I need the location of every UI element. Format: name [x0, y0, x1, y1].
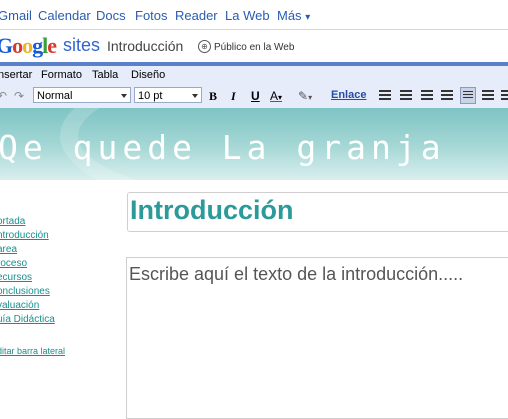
link-button[interactable]: Enlace	[331, 89, 366, 101]
page-title-field[interactable]: Introducción	[127, 192, 508, 232]
sites-header: Google sites Introducción ⊕ Público en l…	[0, 29, 508, 64]
sidebar-item-evaluacion[interactable]: valuación	[0, 300, 39, 311]
sidebar-item-introduccion[interactable]: ntroducción	[0, 230, 49, 241]
gbar-docs-link[interactable]: Docs	[96, 8, 126, 23]
align-left-icon[interactable]	[460, 87, 476, 104]
gbar-gmail-link[interactable]: Gmail	[0, 8, 32, 23]
sidebar-item-recursos[interactable]: ecursos	[0, 272, 32, 283]
globe-icon: ⊕	[198, 40, 211, 53]
gbar-calendar-link[interactable]: Calendar	[38, 8, 91, 23]
site-title[interactable]: Qe quede La granja	[0, 128, 446, 167]
chevron-down-icon: ▾	[305, 12, 311, 23]
indent-icon[interactable]	[441, 90, 453, 102]
google-logo[interactable]: Google	[0, 33, 57, 59]
numbered-list-icon[interactable]	[379, 90, 391, 102]
menu-insertar[interactable]: nsertar	[0, 69, 32, 81]
text-color-button[interactable]: A▾	[270, 89, 282, 103]
gbar-reader-link[interactable]: Reader	[175, 8, 218, 23]
page-name: Introducción	[107, 38, 184, 54]
italic-button[interactable]: I	[231, 89, 236, 104]
page-title: Introducción	[130, 195, 294, 225]
gbar-web-link[interactable]: La Web	[225, 8, 270, 23]
visibility-status[interactable]: Público en la Web	[214, 42, 294, 53]
menu-formato[interactable]: Formato	[41, 69, 82, 81]
google-bar: Gmail Calendar Docs Fotos Reader La Web …	[0, 0, 508, 29]
site-banner: Qe quede La granja	[0, 108, 508, 180]
sidebar-item-proceso[interactable]: roceso	[0, 258, 27, 269]
underline-button[interactable]: U	[251, 89, 260, 103]
sidebar-item-tarea[interactable]: area	[0, 244, 17, 255]
font-size-select[interactable]: 10 pt	[134, 87, 202, 103]
align-center-icon[interactable]	[482, 90, 494, 102]
editor-menu-bar: nsertar Formato Tabla Diseño	[0, 66, 508, 85]
bold-button[interactable]: B	[209, 89, 217, 104]
editor-toolbar: ↶ ↷ Normal 10 pt B I U A▾ ✎▾ Enlace	[0, 85, 508, 109]
bullet-list-icon[interactable]	[400, 90, 412, 102]
sidebar-item-portada[interactable]: ortada	[0, 216, 25, 227]
sites-product-name: sites	[63, 35, 101, 55]
redo-icon[interactable]: ↷	[14, 89, 24, 103]
page-body-editor[interactable]: Escribe aquí el texto de la introducción…	[126, 257, 508, 419]
sidebar: ortada ntroducción area roceso ecursos o…	[0, 180, 120, 411]
chevron-down-icon	[192, 94, 198, 98]
menu-tabla[interactable]: Tabla	[92, 69, 118, 81]
edit-sidebar-link[interactable]: ditar barra lateral	[0, 346, 65, 356]
menu-diseno[interactable]: Diseño	[131, 69, 165, 81]
sidebar-item-conclusiones[interactable]: onclusiones	[0, 286, 50, 297]
outdent-icon[interactable]	[421, 90, 433, 102]
chevron-down-icon	[121, 94, 127, 98]
gbar-more-link[interactable]: Más ▾	[277, 8, 310, 23]
align-right-icon[interactable]	[501, 90, 508, 102]
sidebar-item-guia-didactica[interactable]: uía Didáctica	[0, 314, 55, 325]
gbar-fotos-link[interactable]: Fotos	[135, 8, 168, 23]
page-body-text: Escribe aquí el texto de la introducción…	[129, 264, 464, 284]
undo-icon[interactable]: ↶	[0, 89, 7, 103]
highlight-color-icon[interactable]: ✎▾	[298, 89, 312, 103]
paragraph-style-select[interactable]: Normal	[33, 87, 131, 103]
